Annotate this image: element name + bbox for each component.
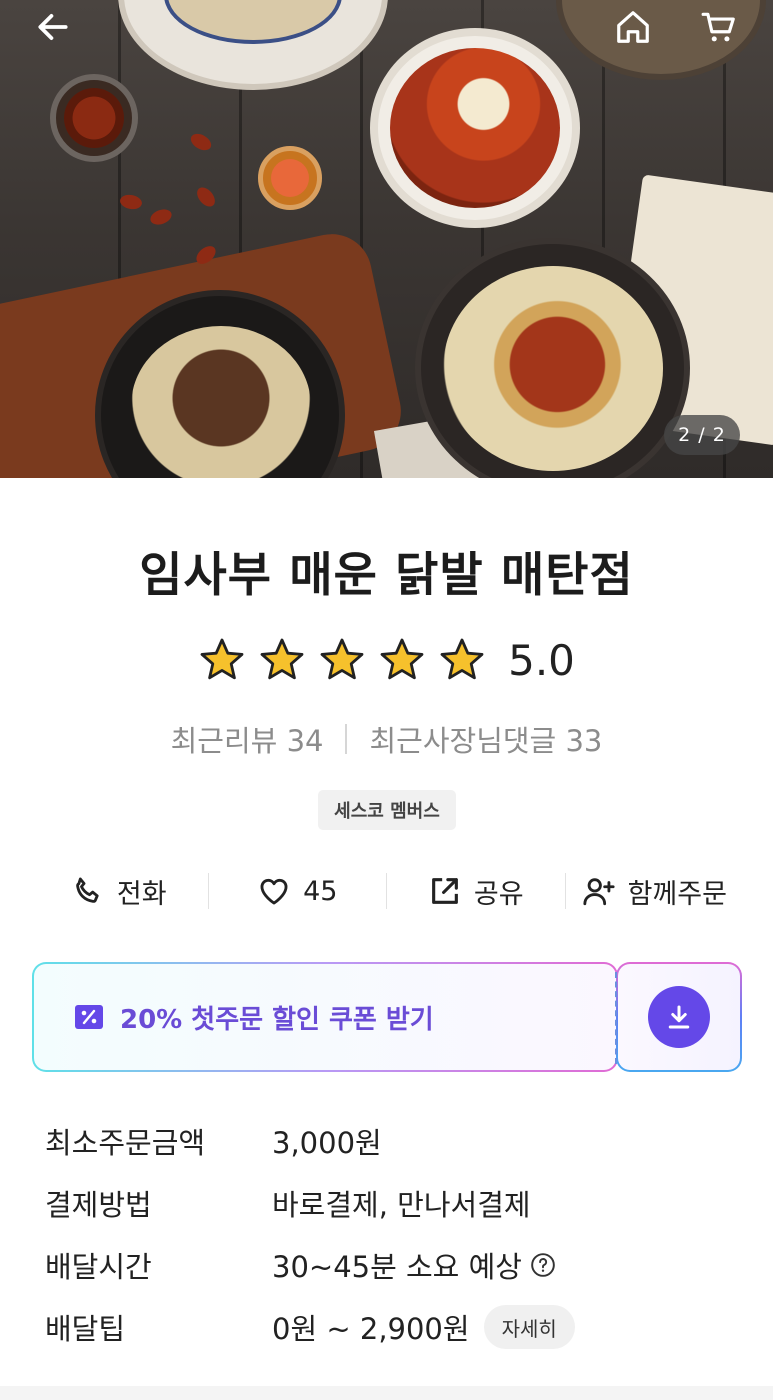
rating-row: 5.0 [0, 630, 773, 690]
sauce-bowl [258, 146, 322, 210]
store-info-table: 최소주문금액 3,000원 결제방법 바로결제, 만나서결제 배달시간 30~4… [45, 1110, 735, 1358]
share-button[interactable]: 공유 [387, 872, 565, 911]
coupon-icon [75, 1005, 103, 1029]
home-icon [617, 11, 649, 43]
chili [148, 206, 174, 228]
delivery-tip-label: 배달팁 [45, 1312, 126, 1346]
chili [187, 130, 215, 154]
coupon-button[interactable]: 20% 첫주문 할인 쿠폰 받기 [32, 962, 618, 1072]
delivery-time-label: 배달시간 [45, 1250, 152, 1284]
store-name: 임사부 매운 닭발 매탄점 [139, 548, 634, 603]
coupon-download-button[interactable] [615, 962, 742, 1072]
review-summary: 최근리뷰 34 최근사장님댓글 33 [0, 718, 773, 760]
call-label: 전화 [116, 878, 167, 910]
delivery-tip-value: 0원 ~ 2,900원 [272, 1312, 470, 1346]
download-icon [668, 1005, 690, 1029]
recent-reviews-link[interactable]: 최근리뷰 34 [171, 718, 324, 760]
like-count: 45 [303, 875, 338, 907]
coupon-banner: 20% 첫주문 할인 쿠폰 받기 [32, 962, 742, 1072]
rating-value: 5.0 [508, 635, 575, 685]
group-order-label: 함께주문 [627, 878, 727, 910]
delivery-time-wrap: 30~45분 소요 예상 [272, 1244, 556, 1286]
star-icon [200, 638, 244, 680]
min-order-value: 3,000원 [272, 1126, 382, 1160]
bottom-divider [0, 1386, 773, 1400]
delivery-tip-detail-button[interactable]: 자세히 [483, 1305, 575, 1349]
phone-icon [76, 877, 99, 903]
like-button[interactable]: 45 [209, 874, 387, 908]
rating-stars [198, 636, 486, 684]
stew-pot [370, 28, 580, 228]
chili-bowl [50, 74, 138, 162]
star-icon [380, 638, 424, 680]
member-badge: 세스코 멤버스 [318, 790, 456, 830]
download-circle [648, 986, 710, 1048]
info-row-delivery-time: 배달시간 30~45분 소요 예상 [45, 1234, 735, 1296]
info-row-min-order: 최소주문금액 3,000원 [45, 1110, 735, 1172]
top-left-plate [118, 0, 388, 90]
info-row-payment: 결제방법 바로결제, 만나서결제 [45, 1172, 735, 1234]
cart-icon [701, 12, 735, 42]
heart-icon [260, 878, 288, 905]
hero-image[interactable]: 2 / 2 [0, 0, 773, 478]
share-icon [432, 878, 458, 904]
info-row-delivery-tip: 배달팁 0원 ~ 2,900원 자세히 [45, 1296, 735, 1358]
delivery-tip-wrap: 0원 ~ 2,900원 자세히 [272, 1305, 575, 1349]
cart-button[interactable] [696, 4, 742, 50]
coupon-label: 20% 첫주문 할인 쿠폰 받기 [120, 1004, 434, 1035]
home-button[interactable] [610, 4, 656, 50]
star-icon [320, 638, 364, 680]
action-bar: 전화 45 공유 함께주문 [30, 862, 743, 920]
delivery-time-value: 30~45분 소요 예상 [272, 1250, 522, 1284]
share-label: 공유 [473, 878, 524, 910]
call-button[interactable]: 전화 [30, 872, 208, 911]
star-icon [440, 638, 484, 680]
payment-label: 결제방법 [45, 1188, 152, 1222]
image-page-indicator: 2 / 2 [664, 415, 740, 455]
chili [118, 193, 144, 211]
star-icon [260, 638, 304, 680]
back-button[interactable] [30, 4, 76, 50]
chili [193, 184, 219, 210]
min-order-label: 최소주문금액 [45, 1126, 206, 1160]
back-arrow-icon [38, 14, 68, 40]
recent-owner-replies-link[interactable]: 최근사장님댓글 33 [369, 718, 602, 760]
add-user-icon [582, 878, 615, 906]
help-icon[interactable] [530, 1252, 556, 1278]
payment-value: 바로결제, 만나서결제 [272, 1188, 531, 1222]
divider [345, 724, 348, 754]
group-order-button[interactable]: 함께주문 [566, 872, 744, 911]
